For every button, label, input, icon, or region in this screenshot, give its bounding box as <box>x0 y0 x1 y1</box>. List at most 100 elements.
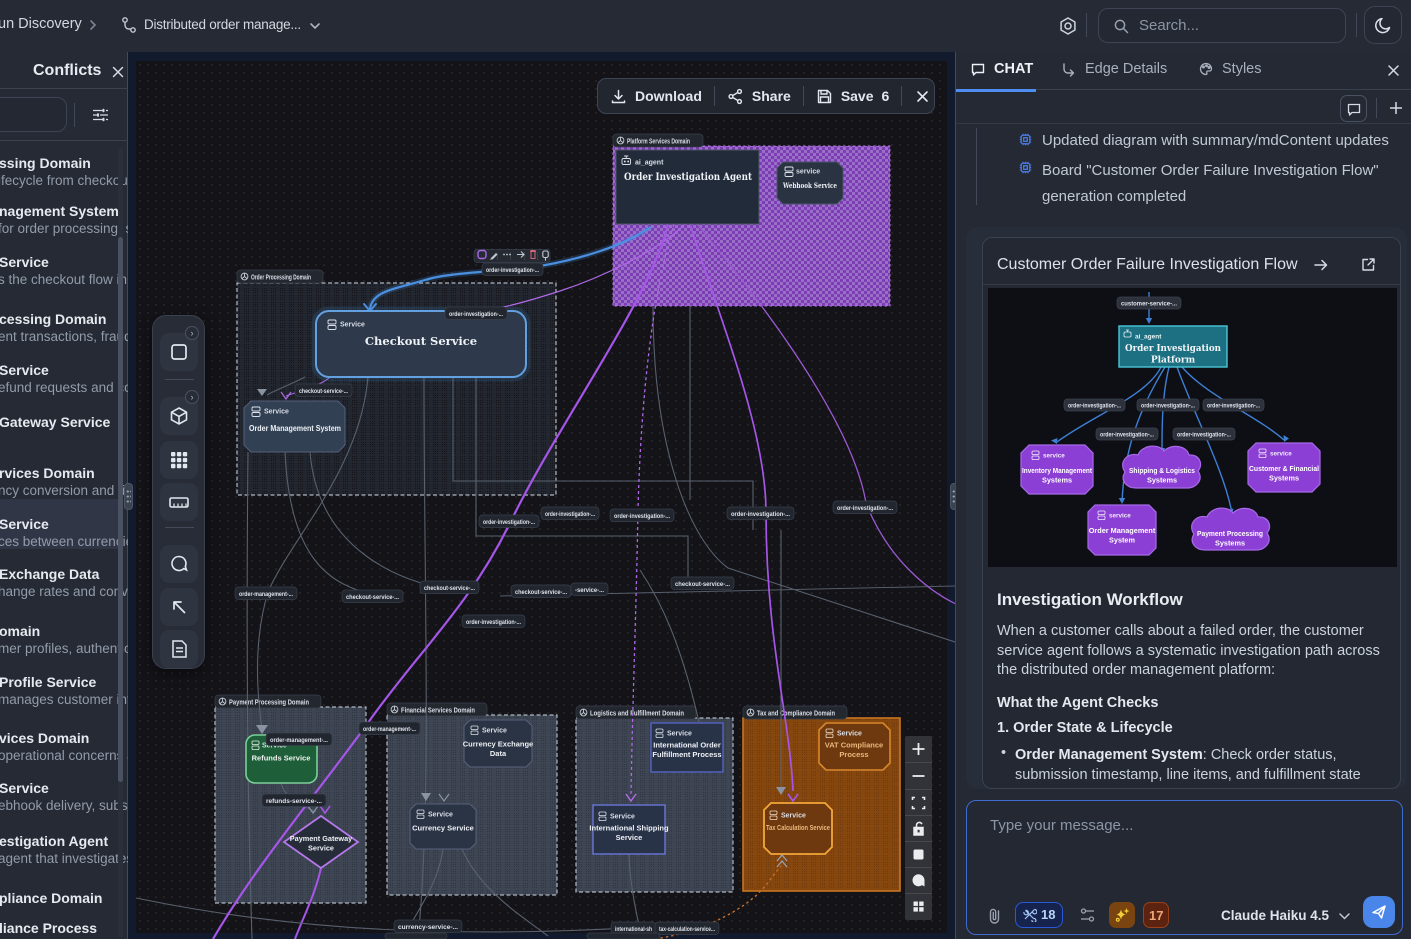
new-thread-button[interactable] <box>1340 95 1367 122</box>
minimap-button[interactable] <box>905 894 932 920</box>
theme-toggle-button[interactable] <box>1364 6 1402 44</box>
chevron-down-icon[interactable] <box>308 20 322 32</box>
conflict-item[interactable]: pliance Domain <box>0 873 118 905</box>
conflict-item[interactable]: Exchange Datahange rates and conve <box>0 549 118 599</box>
attach-icon[interactable] <box>988 906 1001 926</box>
expand-badge[interactable]: › <box>185 390 199 404</box>
mini-node-inventory[interactable]: service Inventory Management Systems <box>1021 445 1093 494</box>
edge-label[interactable]: checkout-service-... <box>671 577 734 590</box>
node-vat-compliance-process[interactable]: Service VAT Compliance Process <box>819 723 890 770</box>
node-currency-exchange-data[interactable]: Service Currency Exchange Data <box>463 720 533 767</box>
fit-view-button[interactable] <box>905 790 932 816</box>
edge-label[interactable]: tax-calculation-service... <box>655 922 719 935</box>
tab-chat[interactable]: CHAT <box>970 61 1033 77</box>
comment-tool[interactable] <box>160 545 198 583</box>
edge-label[interactable]: order-investigation-... <box>610 509 674 522</box>
scrollbar-thumb[interactable] <box>118 237 123 782</box>
edge-label[interactable]: order-management-... <box>359 722 420 735</box>
settings-icon[interactable] <box>1058 16 1078 36</box>
mini-node-order-management[interactable]: service Order Management System <box>1088 505 1156 555</box>
edge-label[interactable]: currency-service-... <box>394 920 462 933</box>
mini-node-platform[interactable]: ai_agent Order Investigation Platform <box>1119 326 1227 367</box>
conflicts-search-input[interactable] <box>0 97 67 132</box>
lock-button[interactable] <box>905 816 932 842</box>
edge-label[interactable]: order-investigation-... <box>482 263 543 276</box>
download-button[interactable]: Download <box>598 79 714 113</box>
comments-button[interactable] <box>905 868 932 894</box>
select-tool[interactable] <box>160 588 198 626</box>
conflict-item[interactable]: Gateway Service <box>0 397 118 429</box>
conflict-item[interactable]: Serviceces between currencie <box>0 499 118 549</box>
expand-badge[interactable]: › <box>185 326 199 340</box>
node-currency-service[interactable]: Service Currency Service <box>410 804 476 849</box>
close-panel-icon[interactable] <box>1386 63 1401 78</box>
edge-label[interactable]: order-management-... <box>235 587 297 600</box>
node-tax-calculation-service[interactable]: Service Tax Calculation Service <box>764 803 832 854</box>
edge-label[interactable]: order-investigation-... <box>727 507 794 520</box>
breadcrumb[interactable]: un Discovery <box>0 16 82 32</box>
chevron-down-icon[interactable] <box>1338 912 1351 921</box>
close-toolbar-button[interactable] <box>902 79 943 113</box>
add-icon[interactable] <box>1388 100 1404 116</box>
conflict-item[interactable]: vices Domainoperational concerns an <box>0 713 118 763</box>
zoom-in-button[interactable] <box>905 736 932 762</box>
conflict-item[interactable]: ssing Domainifecycle from checkou <box>0 140 118 188</box>
conflict-item[interactable]: Profile Servicemanages customer infor <box>0 657 118 707</box>
send-button[interactable] <box>1363 896 1395 928</box>
tools-count-badge[interactable]: 18 <box>1015 902 1063 928</box>
edge-label[interactable]: refunds-service-... <box>262 794 326 807</box>
board-switcher[interactable]: Distributed order manage... <box>144 17 301 32</box>
domain-order-processing[interactable]: Order Processing Domain <box>237 270 556 495</box>
edge-context-toolbar[interactable] <box>474 250 550 263</box>
chat-input-box[interactable]: Type your message... 18 17 Claude Haiku … <box>966 800 1403 935</box>
grid-tool[interactable] <box>160 441 198 479</box>
share-button[interactable]: Share <box>715 79 803 113</box>
goto-board-icon[interactable] <box>1312 256 1330 274</box>
search-box[interactable]: Search... <box>1098 8 1346 43</box>
conflict-item[interactable]: Services the checkout flow in <box>0 237 118 287</box>
edge-label[interactable]: order-investigation-... <box>445 307 507 320</box>
mini-node-shipping[interactable]: Shipping & Logistics Systems <box>1123 446 1201 488</box>
conflict-item[interactable]: Serviceefund requests and co <box>0 345 118 395</box>
options-icon[interactable] <box>1079 907 1096 923</box>
document-tool[interactable] <box>160 630 198 668</box>
mini-node-payment-processing[interactable]: Payment Processing Systems <box>1192 508 1270 550</box>
conflict-item[interactable]: nagement Systemfor order processing, s <box>0 186 118 236</box>
edge-label[interactable]: checkout-service-... <box>295 384 352 397</box>
node-order-management-system[interactable]: Service Order Management System <box>244 401 345 452</box>
mini-node-customer-financial[interactable]: service Customer & Financial Systems <box>1248 443 1320 492</box>
conflict-item[interactable]: liance Process <box>0 903 118 935</box>
edge-label[interactable]: checkout-service-... <box>420 581 479 594</box>
sidebar-resize-handle[interactable] <box>124 483 133 510</box>
edge-label[interactable]: international-sh <box>611 922 656 935</box>
conflict-item[interactable]: omainmer profiles, authentica <box>0 606 118 656</box>
tab-edge-details[interactable]: Edge Details <box>1061 61 1167 77</box>
edge-label[interactable]: order-investigation-... <box>541 507 599 520</box>
filter-icon[interactable] <box>93 108 108 122</box>
edge-label[interactable]: order-investigation-... <box>462 615 525 628</box>
zoom-out-button[interactable] <box>905 763 932 789</box>
node-intl-order-fulfillment[interactable]: Service International Order Fulfillment … <box>651 723 723 772</box>
edge-label[interactable]: -service-... <box>571 583 608 596</box>
board-canvas[interactable]: Platform Services Domain Order Processin… <box>128 52 955 939</box>
node-intl-shipping-service[interactable]: Service International Shipping Service <box>589 805 669 854</box>
conflict-item[interactable]: rvices Domainncy conversion and fin <box>0 448 118 498</box>
edge-label[interactable]: order-investigation-... <box>833 501 897 514</box>
node-webhook-service[interactable]: service Webhook Service <box>777 162 843 204</box>
tab-styles[interactable]: Styles <box>1198 61 1262 77</box>
save-button[interactable]: Save 6 <box>804 79 902 113</box>
edge-label[interactable]: order-investigation-... <box>479 515 539 528</box>
conflict-item[interactable]: cessing Domainent transactions, fraud <box>0 294 118 344</box>
edge-label[interactable]: order-management-... <box>266 733 332 746</box>
conflict-item[interactable]: estigation Agentagent that investigates <box>0 816 118 866</box>
warning-count-badge[interactable]: 17 <box>1143 902 1169 928</box>
node-order-investigation-agent[interactable]: ai_agent Order Investigation Agent <box>616 150 759 224</box>
ai-enhance-button[interactable] <box>1109 902 1135 928</box>
close-icon[interactable] <box>111 65 125 79</box>
model-selector[interactable]: Claude Haiku 4.5 <box>1221 908 1329 923</box>
open-external-icon[interactable] <box>1360 256 1377 273</box>
conflict-item[interactable]: Serviceebhook delivery, subscri <box>0 763 118 813</box>
shape-fill-button[interactable] <box>905 842 932 868</box>
edge-label[interactable]: checkout-service-... <box>511 585 571 598</box>
edge-label[interactable]: checkout-service-... <box>342 590 403 603</box>
